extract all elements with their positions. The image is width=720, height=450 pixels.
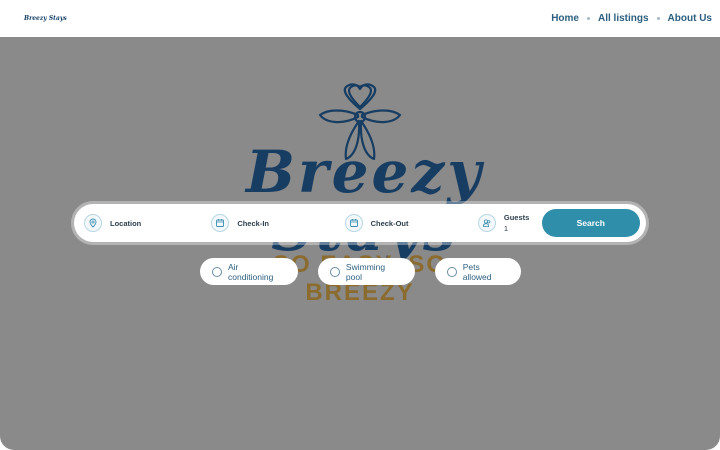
check-in-label: Check-In (237, 218, 269, 228)
map-pin-icon (84, 214, 102, 232)
guests-value: 1 (503, 224, 509, 233)
check-out-field[interactable]: Check-Out (344, 204, 478, 242)
filter-label: Swimming pool (345, 261, 386, 282)
users-icon (477, 214, 496, 232)
nav-links: Home All listings About Us (551, 13, 712, 24)
calendar-icon (211, 214, 230, 232)
nav-link-about-us[interactable]: About Us (668, 13, 712, 24)
flower-petal-left (318, 109, 360, 124)
guests-field[interactable]: Guests 1 (477, 204, 542, 242)
radio-icon (447, 266, 457, 277)
brand-logo[interactable]: Breezy Stays (24, 14, 67, 22)
nav-link-all-listings[interactable]: All listings (598, 13, 649, 24)
nav-separator (656, 17, 660, 20)
location-label: Location (110, 218, 142, 228)
brand-logo-text: Breezy Stays (24, 14, 67, 22)
filter-label: Pets allowed (462, 261, 492, 282)
guests-block: Guests 1 (504, 213, 529, 233)
calendar-icon (344, 214, 363, 232)
check-in-field[interactable]: Check-In (211, 204, 344, 242)
radio-icon (212, 266, 222, 277)
radio-icon (330, 266, 340, 277)
nav-link-home[interactable]: Home (551, 13, 579, 24)
search-button[interactable]: Search (541, 209, 640, 237)
check-out-label: Check-Out (370, 218, 409, 228)
amenity-filters: Air conditioning Swimming pool Pets allo… (200, 258, 521, 285)
filter-air-conditioning[interactable]: Air conditioning (200, 258, 298, 285)
hero-section: Breezy Stays SO EASY, SO BREEZY Location… (0, 37, 720, 450)
filter-swimming-pool[interactable]: Swimming pool (318, 258, 415, 285)
filter-label: Air conditioning (227, 261, 274, 282)
guests-label: Guests (503, 213, 530, 222)
nav-separator (586, 17, 590, 20)
search-bar: Location Check-In Check-Out Guests 1 Sea… (74, 204, 646, 242)
filter-pets-allowed[interactable]: Pets allowed (435, 258, 521, 285)
top-navbar: Breezy Stays Home All listings About Us (0, 0, 720, 37)
flower-petal-right (360, 109, 402, 124)
location-field[interactable]: Location (84, 204, 211, 242)
